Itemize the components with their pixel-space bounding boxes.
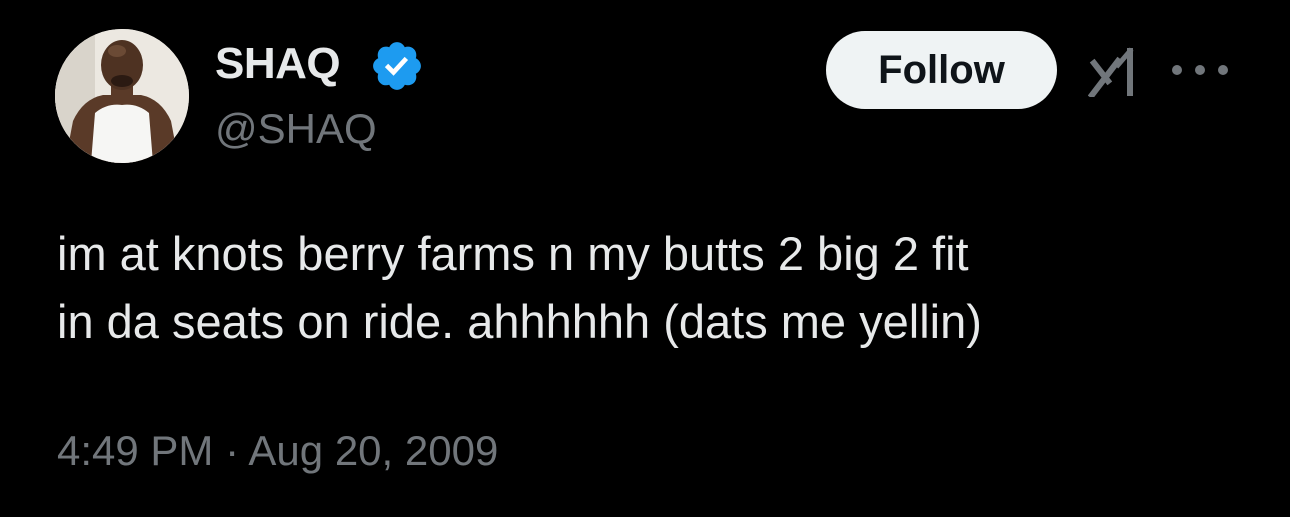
verified-badge-icon[interactable]	[369, 38, 425, 94]
tweet-text-line: in da seats on ride. ahhhhhh (dats me ye…	[57, 295, 982, 348]
tweet-text-line: im at knots berry farms n my butts 2 big…	[57, 227, 969, 280]
tweet-timestamp[interactable]: 4:49 PM · Aug 20, 2009	[57, 424, 498, 478]
follow-button[interactable]: Follow	[826, 31, 1057, 109]
more-dot	[1218, 65, 1228, 75]
grok-icon[interactable]	[1088, 47, 1144, 97]
author-avatar[interactable]	[55, 29, 189, 163]
tweet-card: SHAQ @SHAQ Follow im at knots berry farm…	[0, 0, 1290, 517]
more-options-icon[interactable]	[1172, 58, 1228, 82]
more-dot	[1195, 65, 1205, 75]
more-dot	[1172, 65, 1182, 75]
profile-photo-icon	[55, 29, 189, 163]
author-display-name[interactable]: SHAQ	[215, 38, 341, 90]
author-handle[interactable]: @SHAQ	[215, 104, 377, 154]
tweet-text: im at knots berry farms n my butts 2 big…	[57, 220, 1247, 356]
